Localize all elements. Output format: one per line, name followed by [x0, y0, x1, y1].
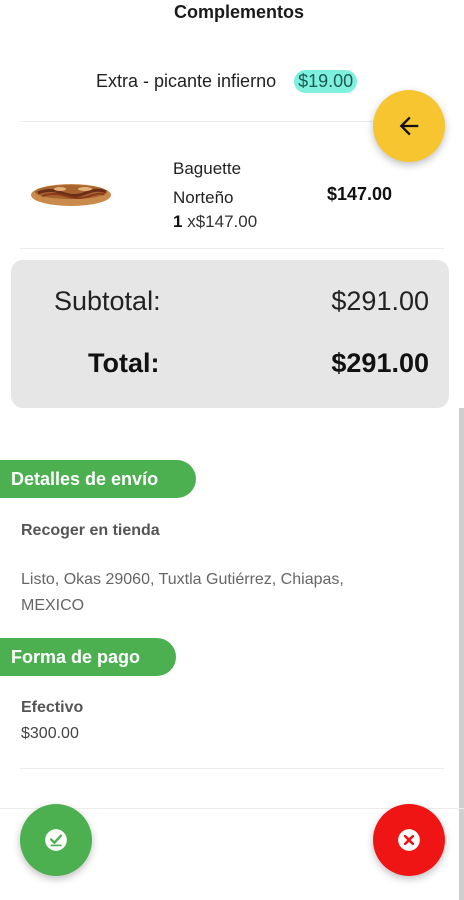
- total-label: Total:: [88, 348, 160, 378]
- product-quantity: 1: [173, 212, 183, 231]
- divider: [20, 768, 444, 769]
- extra-name: Extra - picante infierno: [96, 71, 277, 91]
- product-quantity-line: 1 x$147.00: [173, 212, 257, 232]
- scrollbar[interactable]: [459, 408, 464, 900]
- arrow-left-icon: [399, 116, 419, 136]
- payment-section-header: Forma de pago: [0, 638, 176, 676]
- total-value: $291.00: [331, 348, 429, 378]
- shipping-section-header: Detalles de envío: [0, 460, 196, 498]
- check-circle-icon: [45, 829, 67, 851]
- product-name: Baguette Norteño: [173, 159, 242, 207]
- extra-item: Extra - picante infierno $19.00: [96, 70, 358, 93]
- payment-amount: $300.00: [21, 725, 79, 742]
- back-button[interactable]: [373, 90, 445, 162]
- product-unit-price: x$147.00: [187, 212, 258, 231]
- confirm-order-button[interactable]: [20, 804, 92, 876]
- order-item: Baguette Norteño 1 x$147.00 $147.00: [0, 150, 464, 246]
- shipping-address: Listo, Okas 29060, Tuxtla Gutiérrez, Chi…: [21, 571, 344, 614]
- shipping-method: Recoger en tienda: [21, 522, 160, 539]
- baguette-image: [31, 184, 111, 206]
- section-title-complementos: Complementos: [173, 2, 305, 22]
- payment-method: Efectivo: [21, 699, 84, 716]
- close-circle-icon: [398, 829, 420, 851]
- divider: [20, 248, 444, 249]
- totals-card: Subtotal: $291.00 Total: $291.00: [11, 260, 449, 408]
- cancel-order-button[interactable]: [373, 804, 445, 876]
- subtotal-value: $291.00: [331, 286, 429, 316]
- extra-price-badge: $19.00: [294, 70, 358, 93]
- subtotal-label: Subtotal:: [54, 286, 161, 316]
- product-total: $147.00: [327, 184, 393, 204]
